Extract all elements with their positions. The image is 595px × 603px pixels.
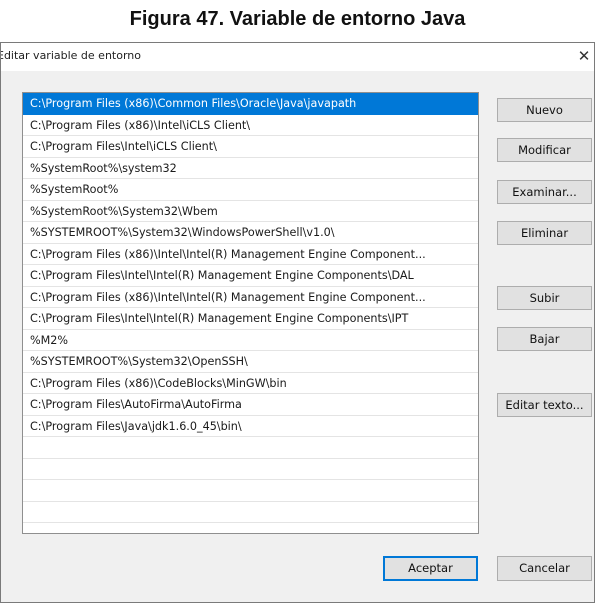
list-item[interactable]: C:\Program Files (x86)\Intel\Intel(R) Ma… xyxy=(23,287,478,308)
move-down-button[interactable]: Bajar xyxy=(497,327,592,351)
list-item[interactable]: %SYSTEMROOT%\System32\OpenSSH\ xyxy=(23,351,478,373)
close-icon[interactable]: ✕ xyxy=(574,45,594,67)
list-item[interactable]: C:\Program Files (x86)\CodeBlocks\MinGW\… xyxy=(23,373,478,394)
list-item[interactable]: %SystemRoot%\System32\Wbem xyxy=(23,201,478,222)
browse-button[interactable]: Examinar... xyxy=(497,180,592,204)
path-list[interactable]: C:\Program Files (x86)\Common Files\Orac… xyxy=(22,92,479,534)
list-item[interactable]: C:\Program Files (x86)\Intel\Intel(R) Ma… xyxy=(23,244,478,265)
list-item[interactable] xyxy=(23,437,478,459)
list-item[interactable]: %SystemRoot%\system32 xyxy=(23,158,478,179)
dialog-client-area: C:\Program Files (x86)\Common Files\Orac… xyxy=(1,71,594,602)
list-item[interactable] xyxy=(23,459,478,480)
modify-button[interactable]: Modificar xyxy=(497,138,592,162)
figure-caption: Figura 47. Variable de entorno Java xyxy=(129,8,466,30)
list-item[interactable]: C:\Program Files\Intel\Intel(R) Manageme… xyxy=(23,308,478,330)
accept-button[interactable]: Aceptar xyxy=(383,556,478,581)
list-item[interactable]: C:\Program Files\AutoFirma\AutoFirma xyxy=(23,394,478,416)
list-item[interactable] xyxy=(23,480,478,502)
edit-text-button[interactable]: Editar texto... xyxy=(497,393,592,417)
list-item[interactable]: %SYSTEMROOT%\System32\WindowsPowerShell\… xyxy=(23,222,478,244)
list-item[interactable]: C:\Program Files (x86)\Common Files\Orac… xyxy=(23,93,478,115)
list-item[interactable]: %M2% xyxy=(23,330,478,351)
cancel-button[interactable]: Cancelar xyxy=(497,556,592,581)
list-item[interactable]: C:\Program Files\Intel\Intel(R) Manageme… xyxy=(23,265,478,287)
list-item[interactable]: C:\Program Files\Intel\iCLS Client\ xyxy=(23,136,478,158)
move-up-button[interactable]: Subir xyxy=(497,286,592,310)
list-item[interactable]: %SystemRoot% xyxy=(23,179,478,201)
delete-button[interactable]: Eliminar xyxy=(497,221,592,245)
title-bar: Editar variable de entorno ✕ xyxy=(1,43,594,71)
list-item[interactable] xyxy=(23,502,478,523)
list-item[interactable]: C:\Program Files (x86)\Intel\iCLS Client… xyxy=(23,115,478,136)
dialog-title: Editar variable de entorno xyxy=(0,49,141,62)
list-item[interactable] xyxy=(23,523,478,533)
edit-env-variable-dialog: Editar variable de entorno ✕ C:\Program … xyxy=(0,42,595,603)
list-item[interactable]: C:\Program Files\Java\jdk1.6.0_45\bin\ xyxy=(23,416,478,437)
new-button[interactable]: Nuevo xyxy=(497,98,592,122)
